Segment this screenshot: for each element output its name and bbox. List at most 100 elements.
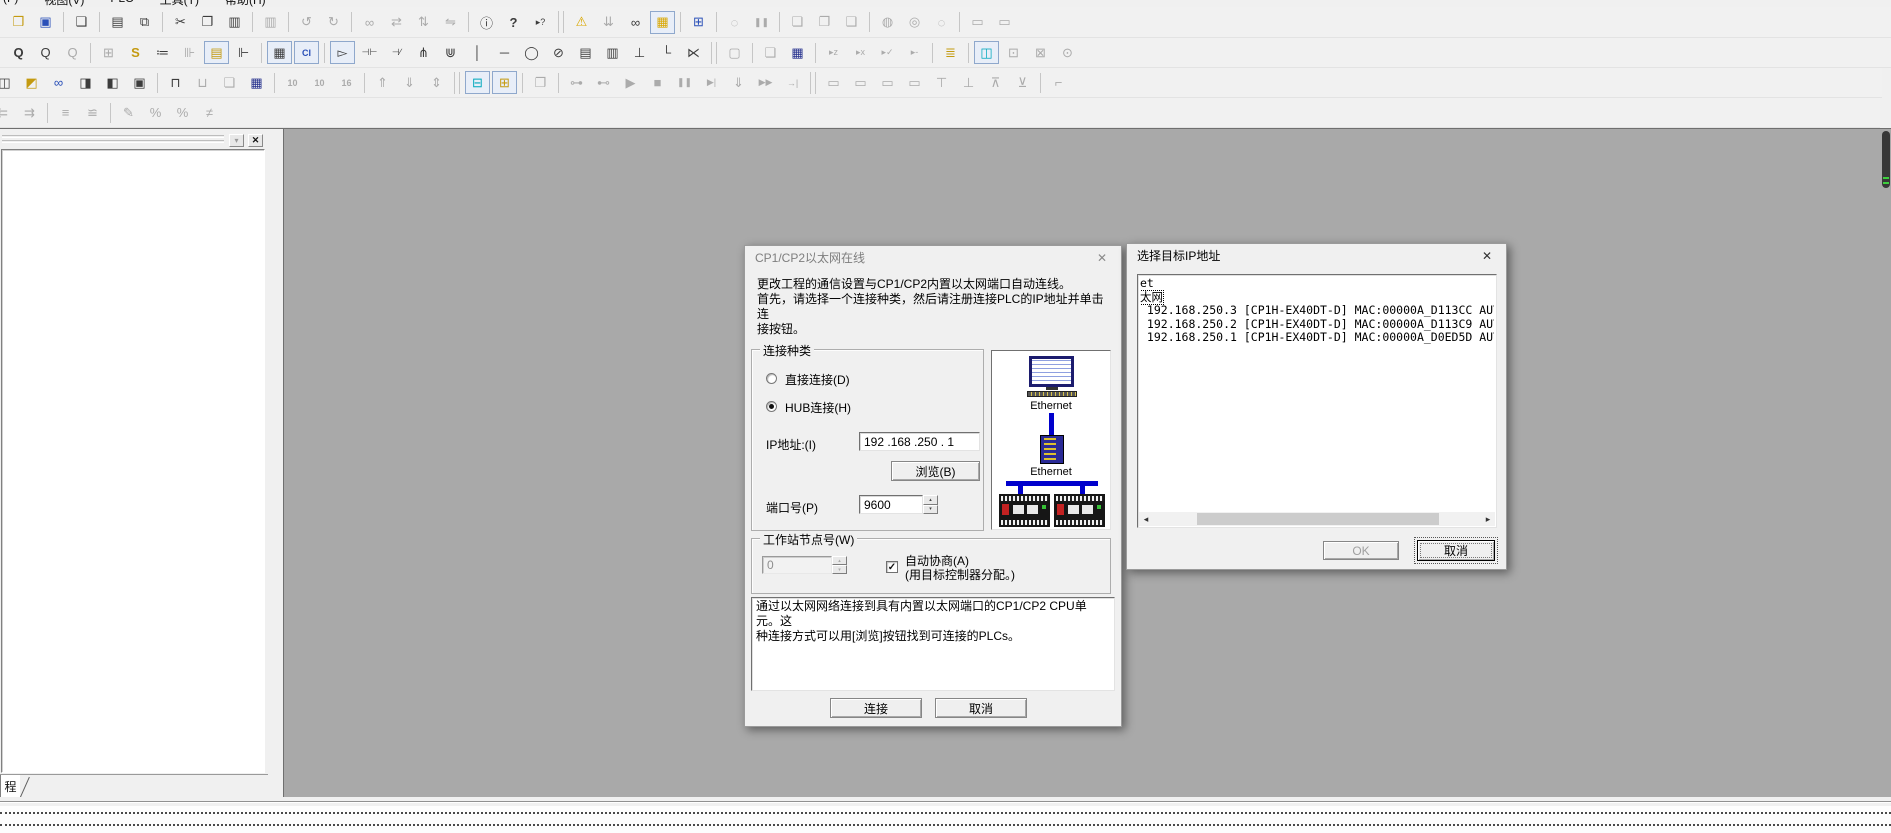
port-field[interactable]: 9600 bbox=[859, 495, 923, 514]
clock-pulse-icon[interactable]: ▦ bbox=[785, 41, 810, 64]
tile-vertical-icon[interactable]: ⊥ bbox=[956, 71, 981, 94]
close-icon[interactable]: ✕ bbox=[1093, 251, 1111, 265]
run-mode-icon[interactable]: ▶ bbox=[618, 71, 643, 94]
transfer-error-icon[interactable]: ⊞ bbox=[686, 11, 711, 34]
io-table-window-icon[interactable]: ◫ bbox=[0, 71, 17, 94]
port-spinner[interactable]: ▴ ▾ bbox=[923, 495, 938, 514]
work-online-icon[interactable]: ⊟ bbox=[465, 71, 490, 94]
watch-check-icon[interactable]: ⊙ bbox=[1055, 41, 1080, 64]
scroll-left-icon[interactable]: ◂ bbox=[1139, 512, 1153, 526]
scroll-right-icon[interactable]: ▸ bbox=[1481, 512, 1495, 526]
ip-address-listbox[interactable]: et太网 192.168.250.3 [CP1H-EX40DT-D] MAC:0… bbox=[1137, 274, 1497, 528]
force-cancel-icon[interactable]: ▸✓ bbox=[875, 41, 900, 64]
paste-icon[interactable]: ▥ bbox=[222, 11, 247, 34]
plc-rack-1-icon[interactable]: ▭ bbox=[965, 11, 990, 34]
force-off-icon[interactable]: ▸x bbox=[848, 41, 873, 64]
run-to-cursor-icon[interactable]: →| bbox=[780, 71, 805, 94]
menu-item[interactable]: (F) bbox=[3, 0, 18, 7]
project-tree-area[interactable] bbox=[1, 149, 265, 773]
diagram-workspace-icon[interactable]: ◩ bbox=[19, 71, 44, 94]
signed-decimal-icon[interactable]: 10 bbox=[307, 71, 332, 94]
radio-hub-connection[interactable] bbox=[766, 401, 777, 412]
zoom-out-icon[interactable]: Q bbox=[33, 41, 58, 64]
monitor-pause-icon[interactable]: ⊷ bbox=[591, 71, 616, 94]
cascade-windows-icon[interactable]: ⊼ bbox=[983, 71, 1008, 94]
or-contact-icon[interactable]: ⋔ bbox=[411, 41, 436, 64]
symbol-table-icon[interactable]: ▤ bbox=[204, 41, 229, 64]
zoom-in-icon[interactable]: Q bbox=[6, 41, 31, 64]
compare-with-plc-icon[interactable]: ⇕ bbox=[424, 71, 449, 94]
radio-hub-label[interactable]: HUB连接(H) bbox=[785, 399, 851, 416]
menu-item[interactable]: 工具(T) bbox=[160, 0, 199, 7]
tile-horizontal-icon[interactable]: ⊤ bbox=[929, 71, 954, 94]
memory-layout-4-icon[interactable]: ▭ bbox=[902, 71, 927, 94]
pause-flag-icon[interactable]: ◌ bbox=[722, 11, 747, 34]
view-mnemonics-icon[interactable]: ∞ bbox=[46, 71, 71, 94]
horizontal-scrollbar[interactable]: ◂ ▸ bbox=[1139, 512, 1495, 526]
indent-rung-icon[interactable]: ⇉ bbox=[17, 101, 42, 124]
ip-list-item[interactable]: 太网 bbox=[1140, 291, 1163, 305]
ip-list-item[interactable]: 192.168.250.3 [CP1H-EX40DT-D] MAC:00000A… bbox=[1140, 304, 1494, 318]
cancel-changes-icon[interactable]: ≠ bbox=[197, 101, 222, 124]
menu-item[interactable]: PLC bbox=[110, 0, 133, 7]
program-check-icon[interactable]: ❏ bbox=[785, 11, 810, 34]
overview-window-icon[interactable]: ❏ bbox=[217, 71, 242, 94]
zoom-fit-icon[interactable]: Q bbox=[60, 41, 85, 64]
stop-mode-icon[interactable]: ■ bbox=[645, 71, 670, 94]
watch-set-icon[interactable]: ⊡ bbox=[1001, 41, 1026, 64]
step-run-icon[interactable]: ▶| bbox=[699, 71, 724, 94]
transfer-to-plc-icon[interactable]: ⇑ bbox=[370, 71, 395, 94]
instruction-icon[interactable]: ▤ bbox=[573, 41, 598, 64]
panel-title-bar[interactable]: ▾ ✕ bbox=[0, 133, 268, 148]
monitor-grid-icon[interactable]: ⊪ bbox=[177, 41, 202, 64]
vertical-line-icon[interactable]: │ bbox=[465, 41, 490, 64]
change-all-icon[interactable]: ⇅ bbox=[411, 11, 436, 34]
cancel-button[interactable]: 取消 bbox=[935, 698, 1027, 718]
io-comment-icon[interactable]: ⊓ bbox=[163, 71, 188, 94]
menu-item[interactable]: 帮助(H) bbox=[225, 0, 266, 7]
new-coil-icon[interactable]: ◯ bbox=[519, 41, 544, 64]
plc-rack-2-icon[interactable]: ▭ bbox=[992, 11, 1017, 34]
online-edit-begin-icon[interactable]: ◍ bbox=[875, 11, 900, 34]
ip-list-item[interactable]: 192.168.250.1 [CP1H-EX40DT-D] MAC:00000A… bbox=[1140, 331, 1494, 345]
inverted-instruction-icon[interactable]: ▥ bbox=[600, 41, 625, 64]
stack-online-icon[interactable]: ❏ bbox=[758, 41, 783, 64]
grid-toggle-icon[interactable]: ⊞ bbox=[96, 41, 121, 64]
auto-online-icon[interactable]: ⊞ bbox=[492, 71, 517, 94]
open-project-icon[interactable]: ❒ bbox=[6, 11, 31, 34]
memory-layout-1-icon[interactable]: ▭ bbox=[821, 71, 846, 94]
align-lines-icon[interactable]: ≡ bbox=[53, 101, 78, 124]
cut-icon[interactable]: ✂ bbox=[168, 11, 193, 34]
scrollbar-track[interactable] bbox=[1153, 512, 1481, 526]
page-find-icon[interactable]: ❑ bbox=[69, 11, 94, 34]
force-on-icon[interactable]: ▸z bbox=[821, 41, 846, 64]
pause-icon[interactable]: ❚❚ bbox=[749, 11, 774, 34]
address-reference-icon[interactable]: ⇋ bbox=[438, 11, 463, 34]
send-changes-icon[interactable]: % bbox=[143, 101, 168, 124]
program-compare-icon[interactable]: ❑ bbox=[839, 11, 864, 34]
undo-icon[interactable]: ↺ bbox=[294, 11, 319, 34]
connect-button[interactable]: 连接 bbox=[830, 698, 922, 718]
cross-reference-popup-icon[interactable]: ◨ bbox=[73, 71, 98, 94]
transfer-from-plc-icon[interactable]: ⇓ bbox=[397, 71, 422, 94]
menu-item[interactable]: 视图(V) bbox=[44, 0, 84, 7]
program-upload-icon[interactable]: ❐ bbox=[812, 11, 837, 34]
radio-direct-label[interactable]: 直接连接(D) bbox=[785, 371, 850, 388]
restore-layout-icon[interactable]: ⌐ bbox=[1046, 71, 1071, 94]
print-preview-icon[interactable]: ⧉ bbox=[132, 11, 157, 34]
close-icon[interactable]: ✕ bbox=[1478, 249, 1496, 263]
online-edit-send-icon[interactable]: ◎ bbox=[902, 11, 927, 34]
line-connect-icon[interactable]: └ bbox=[654, 41, 679, 64]
scrollbar-thumb[interactable] bbox=[1197, 513, 1439, 525]
compare-changes-icon[interactable]: % bbox=[170, 101, 195, 124]
ip-list-item[interactable]: 192.168.250.2 [CP1H-EX40DT-D] MAC:00000A… bbox=[1140, 318, 1494, 332]
spin-up-icon[interactable]: ▴ bbox=[923, 495, 938, 505]
browse-button[interactable]: 浏览(B) bbox=[891, 461, 980, 481]
new-contact-icon[interactable]: ⊣⊢ bbox=[357, 41, 382, 64]
save-project-icon[interactable]: ▣ bbox=[33, 11, 58, 34]
ci-editor-icon[interactable]: CI bbox=[294, 41, 319, 64]
selection-tool-icon[interactable]: ▻ bbox=[330, 41, 355, 64]
online-edit-rung-icon[interactable]: ✎ bbox=[116, 101, 141, 124]
ip-list-item[interactable]: et bbox=[1140, 277, 1154, 291]
online-compile-icon[interactable]: ⇊ bbox=[596, 11, 621, 34]
